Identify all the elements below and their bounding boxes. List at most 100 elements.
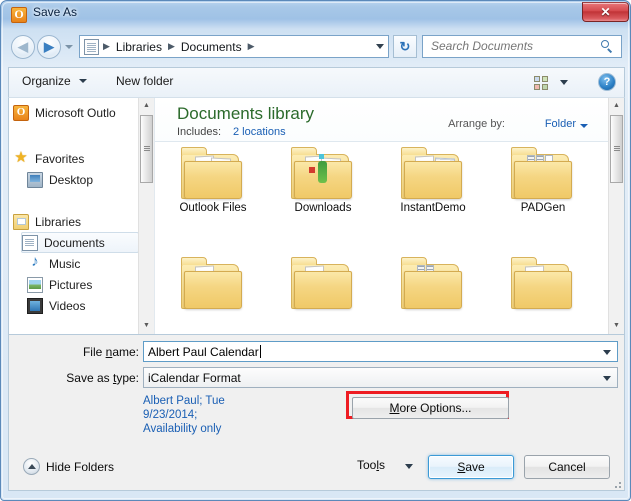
library-icon [13, 213, 29, 230]
library-document-icon [84, 38, 99, 55]
sidebar-scrollbar-thumb[interactable] [140, 115, 153, 183]
sidebar-item-label: Libraries [35, 214, 82, 229]
document-icon [22, 234, 38, 251]
save-as-dialog-window: Save As ◀ ▶ ▶ Libraries ▶ Documents ▶ ↻ … [0, 0, 631, 501]
collapse-up-arrow-icon [23, 458, 40, 475]
file-item-outlook-files[interactable]: Outlook Files [161, 147, 265, 214]
library-includes-label: Includes: [177, 126, 222, 138]
browser-body: Microsoft Outlo Favorites Desktop Librar… [8, 97, 625, 335]
arrange-by-value[interactable]: Folder [545, 118, 576, 130]
breadcrumb-separator-icon: ▶ [167, 41, 175, 51]
scroll-down-arrow-icon[interactable]: ▼ [139, 318, 154, 334]
help-icon[interactable] [598, 73, 616, 91]
sidebar-item-label: Videos [49, 298, 86, 313]
arrange-by-chevron-down-icon[interactable] [580, 124, 588, 128]
title-bar[interactable]: Save As [1, 1, 630, 29]
appointment-detail-text: Albert Paul; Tue 9/23/2014; Availability… [143, 395, 225, 435]
sidebar-item-desktop[interactable]: Desktop [27, 169, 137, 190]
resize-grip[interactable] [611, 478, 621, 488]
file-item-row2-3[interactable] [381, 257, 485, 309]
back-button[interactable]: ◀ [11, 35, 35, 59]
sidebar-item-music[interactable]: Music [27, 253, 137, 274]
sidebar-item-label: Pictures [49, 277, 93, 292]
cancel-button[interactable]: Cancel [524, 455, 610, 479]
desktop-icon [27, 171, 43, 188]
view-mode-chevron-down-icon[interactable] [560, 80, 568, 85]
scroll-up-arrow-icon[interactable]: ▲ [609, 98, 624, 114]
file-pane-scrollbar-thumb[interactable] [610, 115, 623, 183]
more-options-highlight-box: More Options... [346, 391, 509, 419]
close-icon[interactable] [582, 2, 629, 22]
sidebar-item-microsoft-outlook[interactable]: Microsoft Outlo [13, 102, 137, 123]
save-as-type-chevron-down-icon[interactable] [603, 376, 611, 381]
navigation-pane: Microsoft Outlo Favorites Desktop Librar… [9, 98, 155, 334]
view-mode-icon[interactable] [533, 75, 549, 91]
organize-label: Organize [22, 74, 71, 88]
file-item-downloads[interactable]: Downloads [271, 147, 375, 214]
save-button[interactable]: Save [428, 455, 514, 479]
folder-icon [291, 257, 355, 309]
scroll-down-arrow-icon[interactable]: ▼ [609, 318, 624, 334]
sidebar-item-videos[interactable]: Videos [27, 295, 137, 316]
sidebar-item-label: Favorites [35, 151, 85, 166]
save-as-type-label: Save as type: [66, 371, 139, 385]
back-arrow-icon: ◀ [18, 39, 28, 54]
tools-chevron-down-icon[interactable] [405, 464, 413, 469]
folder-icon [291, 147, 355, 199]
forward-button[interactable]: ▶ [37, 35, 61, 59]
file-item-instantdemo[interactable]: InstantDemo [381, 147, 485, 214]
folder-icon [181, 257, 245, 309]
file-name-chevron-down-icon[interactable] [603, 350, 611, 355]
recent-locations-chevron-down-icon[interactable] [64, 44, 74, 52]
search-placeholder: Search Documents [431, 39, 534, 53]
refresh-icon[interactable]: ↻ [393, 35, 417, 58]
folder-icon [511, 257, 575, 309]
videos-icon [27, 297, 43, 314]
folder-icon [401, 147, 465, 199]
new-folder-button[interactable]: New folder [116, 74, 173, 88]
library-title: Documents library [177, 104, 314, 123]
sidebar-item-label: Music [49, 256, 81, 271]
save-as-type-value: iCalendar Format [148, 371, 241, 385]
file-item-label: InstantDemo [400, 202, 466, 214]
file-item-padgen[interactable]: PADGen [491, 147, 595, 214]
window-title: Save As [33, 5, 78, 19]
file-name-input[interactable]: Albert Paul Calendar [143, 341, 618, 362]
file-name-label: File name: [82, 345, 139, 359]
file-item-row2-1[interactable] [161, 257, 265, 309]
folder-icon [181, 147, 245, 199]
command-bar: Organize New folder [8, 67, 625, 97]
library-header: Documents library Includes: 2 locations … [155, 98, 608, 142]
file-item-row2-2[interactable] [271, 257, 375, 309]
search-input[interactable]: Search Documents [422, 35, 622, 58]
sidebar-item-pictures[interactable]: Pictures [27, 274, 137, 295]
file-pane-scrollbar[interactable]: ▲ ▼ [608, 98, 624, 334]
breadcrumb-separator-icon: ▶ [103, 41, 110, 51]
music-icon [27, 253, 43, 272]
save-as-type-select[interactable]: iCalendar Format [143, 367, 618, 388]
file-item-label: PADGen [520, 202, 566, 214]
breadcrumb-libraries[interactable]: Libraries [114, 38, 164, 56]
sidebar-item-label: Microsoft Outlo [35, 105, 116, 120]
breadcrumb-documents[interactable]: Documents [179, 38, 244, 56]
file-list-pane: Documents library Includes: 2 locations … [155, 98, 624, 334]
address-bar[interactable]: ▶ Libraries ▶ Documents ▶ [79, 35, 389, 58]
star-icon [13, 148, 29, 167]
file-item-label: Downloads [294, 202, 352, 214]
sidebar-scrollbar[interactable]: ▲ ▼ [138, 98, 154, 334]
search-icon [601, 40, 615, 54]
organize-button[interactable]: Organize [22, 74, 88, 88]
more-options-button[interactable]: More Options... [352, 397, 509, 419]
sidebar-item-favorites[interactable]: Favorites [13, 148, 137, 169]
library-locations-link[interactable]: 2 locations [233, 126, 286, 138]
tools-button[interactable]: Tools [357, 458, 385, 472]
address-dropdown-chevron-down-icon[interactable] [376, 44, 384, 49]
file-name-value: Albert Paul Calendar [148, 345, 261, 359]
sidebar-item-label: Documents [44, 235, 105, 250]
file-grid: Outlook Files Downloads InstantDemo PADG… [155, 143, 608, 334]
hide-folders-button[interactable]: Hide Folders [23, 458, 114, 475]
scroll-up-arrow-icon[interactable]: ▲ [139, 98, 154, 114]
file-item-row2-4[interactable] [491, 257, 595, 309]
sidebar-item-documents[interactable]: Documents [21, 232, 139, 253]
sidebar-item-libraries[interactable]: Libraries [13, 211, 137, 232]
